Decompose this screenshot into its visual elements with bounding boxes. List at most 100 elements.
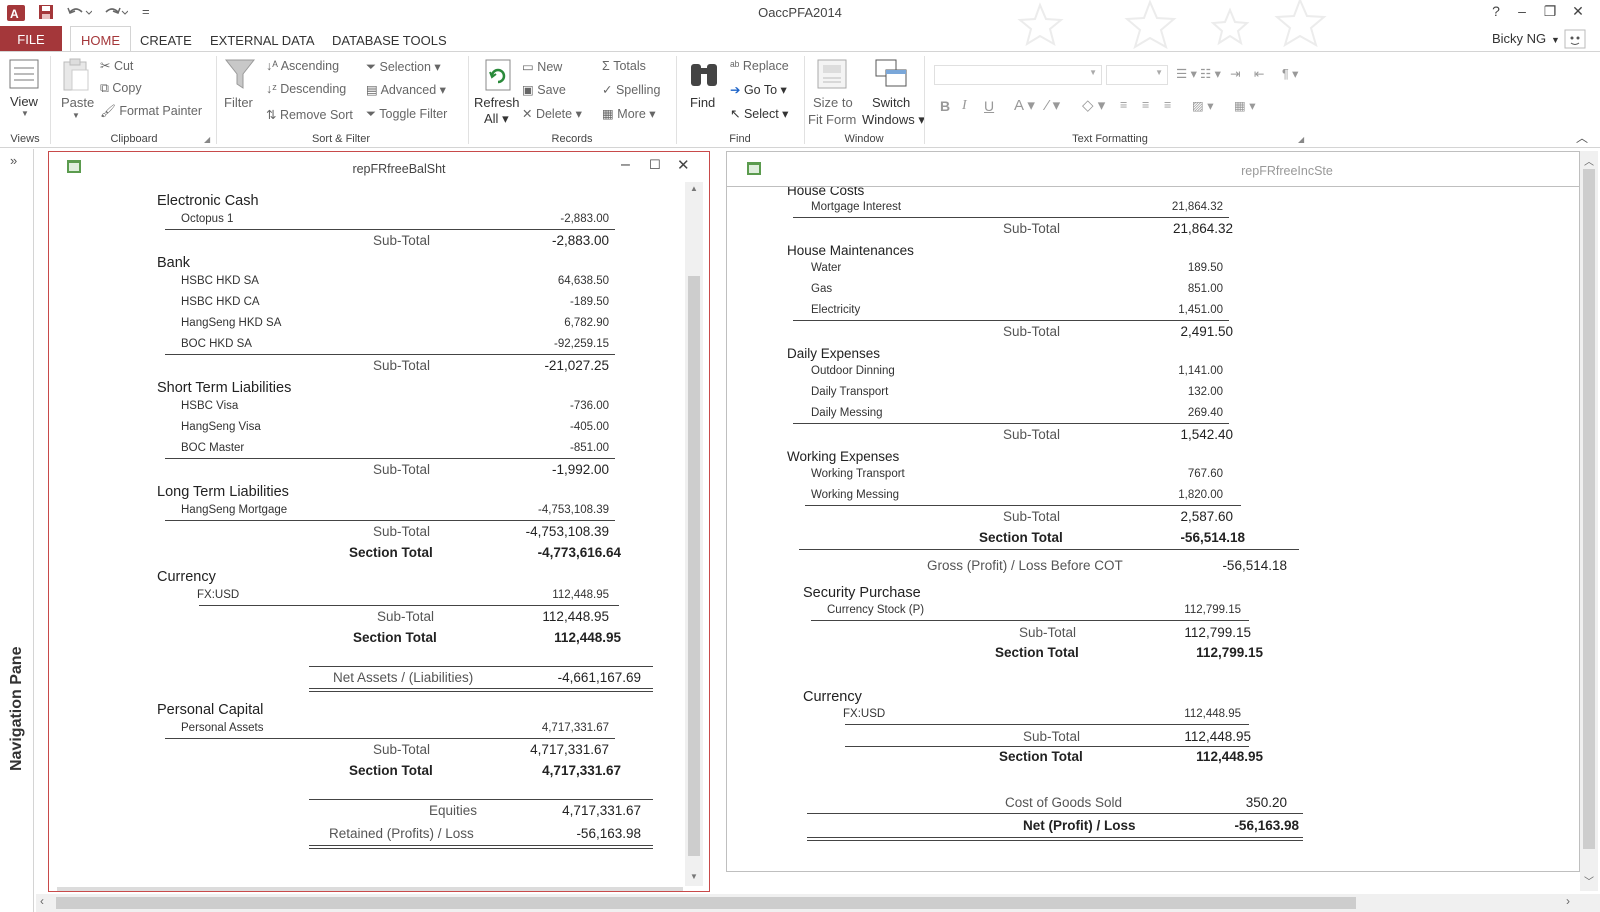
goto-button[interactable]: ➔ Go To ▾ [730,82,787,97]
horizontal-scrollbar[interactable] [57,887,683,891]
dialog-launcher-icon[interactable]: ◢ [1298,135,1304,144]
save-record-button[interactable]: ▣ Save [522,82,566,97]
dialog-launcher-icon[interactable]: ◢ [204,135,210,144]
alternate-row-color-button[interactable]: ▨ ▾ [1192,98,1214,113]
refresh-all-label[interactable]: All ▾ [484,111,509,127]
align-center-button[interactable]: ≡ [1142,98,1149,112]
view-dropdown-icon[interactable]: ▼ [21,109,29,118]
close-button[interactable]: ✕ [1564,3,1592,20]
vertical-scrollbar[interactable]: ▲ ▼ [685,182,703,886]
font-color-button[interactable]: A ▾ [1014,96,1035,114]
scroll-up-icon[interactable]: ▲ [690,184,698,193]
replace-button[interactable]: ᵃᵇ Replace [730,59,789,73]
remove-sort-button[interactable]: ⇅ Remove Sort [266,107,353,122]
tab-file[interactable]: FILE [0,26,62,52]
avatar[interactable] [1564,29,1586,49]
window-close-button[interactable]: ✕ [677,156,690,174]
sort-descending-icon: ↓ᶻ [266,82,281,96]
scroll-up-icon[interactable]: ︿ [1584,153,1594,168]
retained-label: Retained (Profits) / Loss [329,826,474,841]
advanced-button[interactable]: ▤ Advanced ▾ [366,82,446,97]
report-icon [747,162,761,175]
format-painter-button[interactable]: 🖌 Format Painter [100,104,202,119]
refresh-icon[interactable] [482,58,514,92]
scroll-down-icon[interactable]: ﹀ [1584,873,1594,888]
bullets-button[interactable]: ☰ ▾ [1176,66,1197,81]
group-label-sort-filter: Sort & Filter [311,133,371,145]
income-statement-window[interactable]: repFRfreeIncSte House Costs Mortgage Int… [726,151,1580,872]
section-total-value: -4,773,616.64 [537,545,621,560]
balance-sheet-window[interactable]: repFRfreeBalSht – ☐ ✕ Electronic Cash Oc… [48,151,710,892]
filter-button[interactable]: Filter [224,95,253,110]
tab-home[interactable]: HOME [70,26,131,52]
window-maximize-button[interactable]: ☐ [649,157,661,173]
scroll-thumb[interactable] [56,897,1356,909]
switch-windows-icon[interactable] [874,58,908,90]
refresh-all-button[interactable]: Refresh [474,95,520,110]
scroll-thumb[interactable] [688,276,700,856]
totals-button[interactable]: Σ Totals [602,59,646,73]
section-total-label: Section Total [995,645,1079,660]
scroll-right-icon[interactable]: › [1566,894,1570,908]
gross-label: Gross (Profit) / Loss Before COT [927,558,1123,573]
collapse-ribbon-icon[interactable]: ︿ [1576,129,1588,146]
switch-windows-label[interactable]: Windows ▾ [862,112,925,128]
subtotal-value: -1,992.00 [551,462,609,477]
align-left-button[interactable]: ≡ [1120,98,1127,112]
size-to-fit-icon[interactable] [816,58,848,90]
size-to-fit-button[interactable]: Size to [813,95,853,110]
ascending-button[interactable]: ↓ᴬ Ascending [266,59,339,73]
scroll-left-icon[interactable]: ‹ [40,894,44,908]
paste-button[interactable]: Paste [61,95,94,110]
binoculars-icon[interactable] [688,60,720,90]
delete-record-button[interactable]: ✕ Delete ▾ [522,106,582,121]
copy-button[interactable]: ⧉ Copy [100,81,142,96]
font-name-select[interactable]: ▼ [934,65,1102,85]
tab-database-tools[interactable]: DATABASE TOOLS [322,29,457,51]
find-button[interactable]: Find [690,95,715,110]
gridlines-button[interactable]: ▦ ▾ [1234,98,1256,113]
help-button[interactable]: ? [1482,3,1510,19]
minimize-button[interactable]: – [1508,3,1536,19]
restore-button[interactable]: ❐ [1536,3,1564,20]
navigation-pane[interactable]: » Navigation Pane [0,149,34,912]
descending-button[interactable]: ↓ᶻ Descending [266,82,346,96]
bold-button[interactable]: B [940,98,950,114]
user-name[interactable]: Bicky NG [1492,31,1546,46]
nav-expand-icon[interactable]: » [10,153,17,168]
select-button[interactable]: ↖ Select ▾ [730,106,788,121]
indent-decrease-button[interactable]: ⇤ [1254,66,1264,81]
align-right-button[interactable]: ≡ [1164,98,1171,112]
toggle-filter-button[interactable]: ⏷ Toggle Filter [366,107,447,122]
paragraph-direction-button[interactable]: ¶ ▾ [1282,66,1298,81]
paste-icon[interactable] [60,58,92,92]
fill-color-button[interactable]: ◇ ▾ [1082,96,1105,114]
tab-external-data[interactable]: EXTERNAL DATA [200,29,325,51]
font-size-select[interactable]: ▼ [1106,65,1168,85]
spelling-button[interactable]: ✓ Spelling [602,82,660,97]
scroll-thumb[interactable] [1583,169,1595,849]
numbering-button[interactable]: ☷ ▾ [1200,66,1221,81]
balance-sheet-content: Electronic Cash Octopus 1 -2,883.00 Sub-… [57,185,731,883]
indent-increase-button[interactable]: ⇥ [1230,66,1240,81]
switch-windows-button[interactable]: Switch [872,95,910,110]
scroll-down-icon[interactable]: ▼ [690,872,698,881]
chevron-down-icon[interactable]: ▼ [1551,35,1560,45]
main-horizontal-scrollbar[interactable]: ‹ › [36,894,1600,912]
view-icon[interactable] [8,58,40,90]
more-button[interactable]: ▦ More ▾ [602,106,656,121]
cut-button[interactable]: ✂ Cut [100,58,133,73]
tab-create[interactable]: CREATE [130,29,202,51]
new-record-button[interactable]: ▭ New [522,59,562,74]
window-minimize-button[interactable]: – [621,156,630,174]
highlight-button[interactable]: ⁄ ▾ [1046,96,1060,114]
filter-icon[interactable] [224,58,256,92]
sigma-icon: Σ [602,59,614,73]
italic-button[interactable]: I [962,98,967,114]
paste-dropdown-icon[interactable]: ▼ [72,111,80,120]
underline-button[interactable]: U [984,98,994,114]
view-button[interactable]: View [10,94,38,109]
main-vertical-scrollbar[interactable]: ︿ ﹀ [1580,151,1598,891]
selection-button[interactable]: ⏷ Selection ▾ [366,59,441,75]
size-to-fit-label[interactable]: Fit Form [808,112,856,127]
